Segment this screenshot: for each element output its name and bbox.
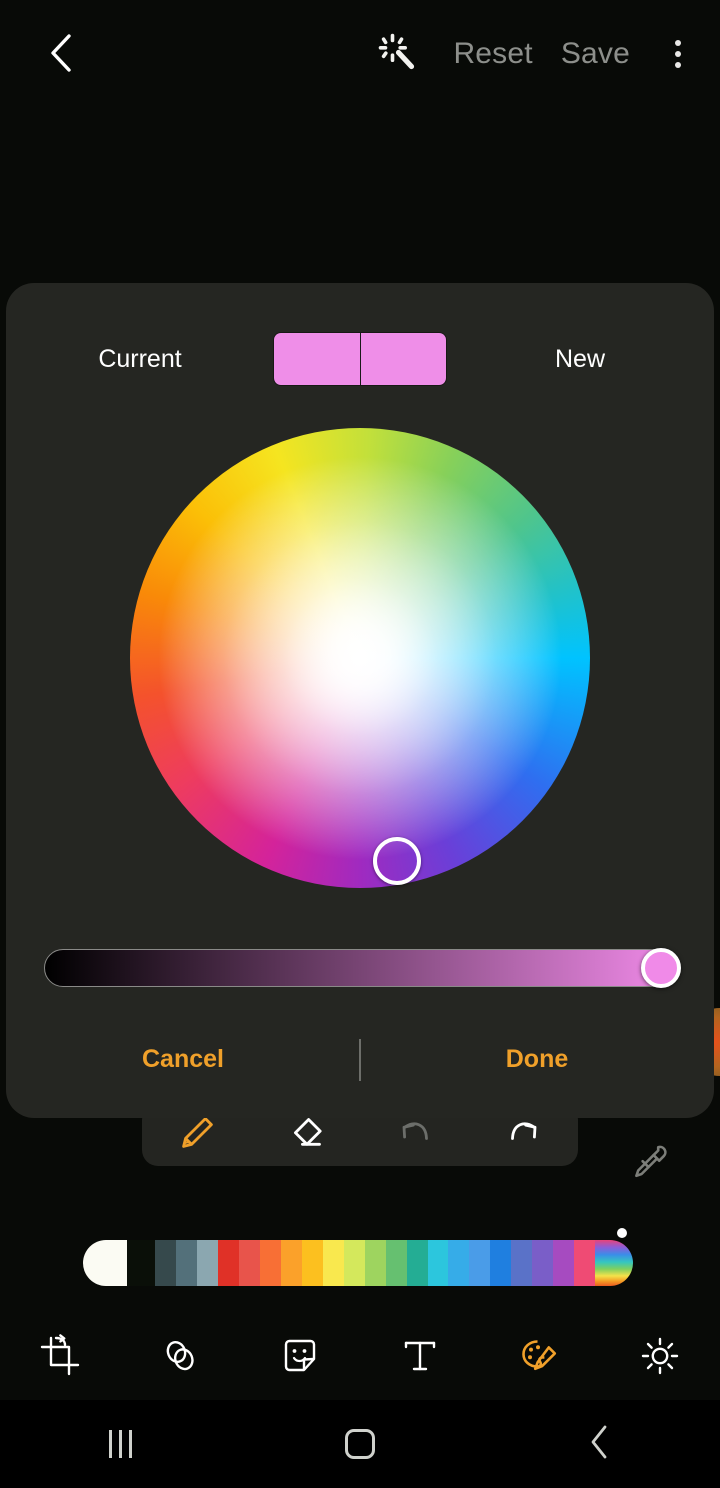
kebab-dot-2 [675, 51, 681, 57]
nav-back-button[interactable] [480, 1400, 720, 1488]
color-picker-dialog: Current New Cancel Done [6, 283, 714, 1177]
back-button[interactable] [34, 27, 90, 83]
swatch-cyan[interactable] [427, 1240, 449, 1286]
nav-back-icon [587, 1424, 613, 1465]
color-palette-strip[interactable] [83, 1240, 633, 1286]
new-color-swatch[interactable] [360, 333, 446, 385]
current-color-label: Current [98, 344, 182, 373]
brightness-slider-thumb[interactable] [641, 948, 681, 988]
system-navigation-bar [0, 1400, 720, 1488]
magic-wand-icon [376, 31, 418, 78]
swatch-light-green[interactable] [364, 1240, 386, 1286]
brightness-slider-track[interactable] [44, 949, 676, 987]
swatch-red[interactable] [218, 1240, 240, 1286]
swatch-black[interactable] [126, 1240, 156, 1286]
swatch-indigo[interactable] [511, 1240, 533, 1286]
palette-selected-indicator [617, 1228, 627, 1238]
palette-swatches[interactable] [83, 1240, 633, 1286]
swatch-green[interactable] [385, 1240, 407, 1286]
text-tool[interactable] [360, 1318, 480, 1398]
color-wheel[interactable] [130, 428, 590, 888]
crop-tool[interactable] [0, 1318, 120, 1398]
top-app-bar: Reset Save [0, 0, 720, 108]
editor-feature-bar [0, 1318, 720, 1398]
top-actions: Reset Save [365, 22, 706, 86]
color-swatch-pair [274, 333, 446, 385]
recents-icon [108, 1430, 132, 1458]
swatch-slate[interactable] [176, 1240, 198, 1286]
filters-tool[interactable] [120, 1318, 240, 1398]
swatch-amber[interactable] [301, 1240, 323, 1286]
eraser-icon [286, 1113, 326, 1158]
kebab-menu-icon [675, 40, 681, 46]
actions-divider [359, 1039, 361, 1081]
color-wheel-area[interactable] [130, 428, 590, 888]
current-color-swatch[interactable] [274, 333, 361, 385]
pencil-icon [177, 1113, 217, 1158]
crop-rotate-icon [38, 1333, 82, 1383]
swatch-coral[interactable] [239, 1240, 260, 1286]
undo-arrow-icon [395, 1113, 435, 1158]
sticker-icon [278, 1334, 322, 1383]
auto-enhance-button[interactable] [365, 22, 429, 86]
swatch-light-blue[interactable] [469, 1240, 491, 1286]
nav-home-button[interactable] [240, 1400, 480, 1488]
home-icon [345, 1429, 375, 1459]
swatch-light-slate[interactable] [197, 1240, 219, 1286]
brightness-slider[interactable] [44, 948, 681, 988]
swatch-pink[interactable] [574, 1240, 595, 1286]
swatch-purple[interactable] [553, 1240, 575, 1286]
kebab-dot-3 [675, 62, 681, 68]
brightness-icon [638, 1334, 682, 1383]
chevron-left-icon [45, 31, 79, 80]
swatch-lime[interactable] [343, 1240, 365, 1286]
done-button[interactable]: Done [360, 1023, 714, 1095]
palette-brush-icon [517, 1333, 563, 1384]
save-button[interactable]: Save [547, 22, 644, 86]
sticker-tool[interactable] [240, 1318, 360, 1398]
swatch-teal[interactable] [406, 1240, 428, 1286]
more-options-button[interactable] [650, 22, 706, 86]
nav-recents-button[interactable] [0, 1400, 240, 1488]
adjust-tool[interactable] [600, 1318, 720, 1398]
swatch-comparison-row: Current New [6, 331, 714, 387]
redo-arrow-icon [504, 1113, 544, 1158]
filters-icon [158, 1334, 202, 1383]
swatch-yellow[interactable] [322, 1240, 344, 1286]
color-wheel-cursor[interactable] [373, 837, 421, 885]
text-t-icon [398, 1334, 442, 1383]
eyedropper-icon [628, 1141, 670, 1188]
swatch-orange-red[interactable] [260, 1240, 281, 1286]
dialog-actions: Cancel Done [6, 1023, 714, 1095]
swatch-blue[interactable] [490, 1240, 512, 1286]
draw-tool[interactable] [480, 1318, 600, 1398]
swatch-violet[interactable] [532, 1240, 554, 1286]
swatch-orange[interactable] [280, 1240, 302, 1286]
swatch-sky[interactable] [448, 1240, 470, 1286]
cancel-button[interactable]: Cancel [6, 1023, 360, 1095]
reset-button[interactable]: Reset [439, 22, 546, 86]
new-color-label: New [554, 344, 605, 373]
swatch-dark-slate[interactable] [155, 1240, 177, 1286]
eyedropper-button[interactable] [620, 1135, 678, 1193]
swatch-rainbow[interactable] [595, 1240, 633, 1286]
swatch-white[interactable] [83, 1240, 127, 1286]
